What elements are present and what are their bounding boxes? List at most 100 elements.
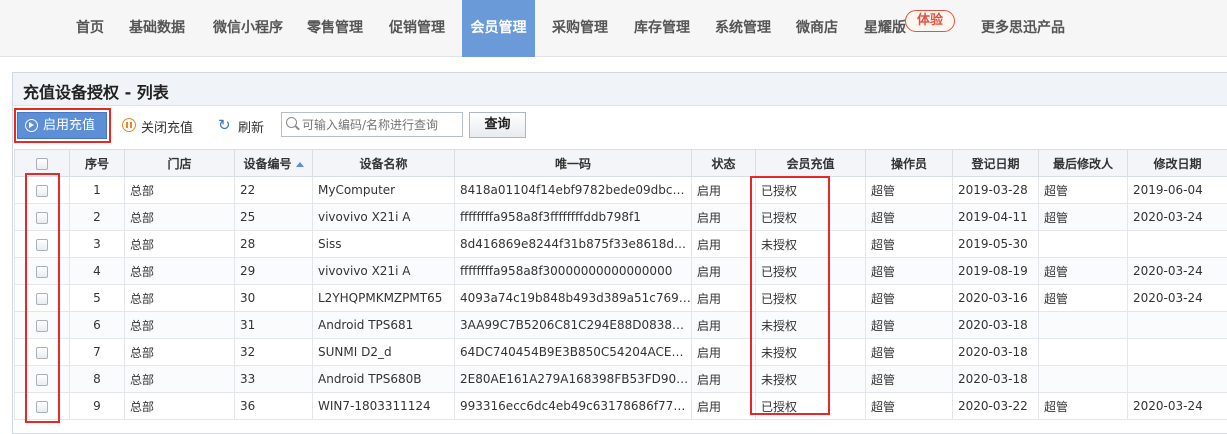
cell-register-date: 2019-03-28 — [952, 176, 1039, 204]
cell-modify-date — [1127, 311, 1227, 339]
nav-item-inventory[interactable]: 库存管理 — [626, 0, 698, 57]
device-table: 序号 门店 设备编号 设备名称 唯一码 状态 会员充值 操作员 登记日期 最后修… — [14, 149, 1227, 420]
select-all-checkbox[interactable] — [36, 157, 48, 170]
cell-unique-code: ffffffffa958a8f3ffffffffddb798f1 — [454, 203, 692, 231]
header-member-recharge: 会员充值 — [755, 149, 866, 177]
cell-operator: 超管 — [865, 203, 953, 231]
header-unique-code: 唯一码 — [454, 149, 692, 177]
cell-device-no: 36 — [234, 392, 313, 420]
cell-unique-code: 993316ecc6dc4eb49c63178686f77cec — [454, 392, 692, 420]
cell-status: 启用 — [691, 365, 756, 393]
cell-register-date: 2020-03-16 — [952, 284, 1039, 312]
cell-last-modifier — [1038, 338, 1128, 366]
header-device-name: 设备名称 — [312, 149, 455, 177]
cell-store: 总部 — [124, 257, 235, 285]
table-row[interactable]: 8 总部 33 Android TPS680B 2E80AE161A279A168398… — [14, 365, 1227, 393]
trial-badge: 体验 — [905, 10, 955, 32]
table-row[interactable]: 5 总部 30 L2YHQPMKMZPMT65 4093a74c19b848b493d3… — [14, 284, 1227, 312]
cell-device-name: vivovivo X21i A — [312, 257, 455, 285]
cell-register-date: 2020-03-18 — [952, 338, 1039, 366]
cell-operator: 超管 — [865, 284, 953, 312]
cell-device-name: Android TPS680B — [312, 365, 455, 393]
nav-item-xingyao[interactable]: 星耀版 — [857, 0, 913, 57]
cell-device-name: MyComputer — [312, 176, 455, 204]
cell-device-no: 28 — [234, 230, 313, 258]
cell-store: 总部 — [124, 311, 235, 339]
cell-seq: 9 — [69, 392, 125, 420]
cell-device-name: Android TPS681 — [312, 311, 455, 339]
cell-device-no: 33 — [234, 365, 313, 393]
cell-operator: 超管 — [865, 230, 953, 258]
nav-item-member[interactable]: 会员管理 — [462, 0, 535, 57]
cell-seq: 4 — [69, 257, 125, 285]
table-header-row: 序号 门店 设备编号 设备名称 唯一码 状态 会员充值 操作员 登记日期 最后修… — [14, 149, 1227, 177]
top-nav: 首页 基础数据 微信小程序 零售管理 促销管理 会员管理 采购管理 库存管理 系… — [0, 0, 1227, 57]
pause-circle-icon — [122, 118, 136, 132]
close-recharge-button[interactable]: 关闭充值 — [141, 117, 193, 136]
header-modify-date: 修改日期 — [1127, 149, 1227, 177]
query-button[interactable]: 查询 — [469, 112, 526, 138]
cell-unique-code: 8d416869e8244f31b875f33e8618de77 — [454, 230, 692, 258]
panel-header: 充值设备授权 - 列表 — [13, 73, 1227, 106]
cell-seq: 6 — [69, 311, 125, 339]
table-row[interactable]: 9 总部 36 WIN7-1803311124 993316ecc6dc4eb49c63… — [14, 392, 1227, 420]
nav-item-micro-store[interactable]: 微商店 — [789, 0, 845, 57]
nav-item-more-products[interactable]: 更多思迅产品 — [973, 0, 1073, 57]
cell-store: 总部 — [124, 176, 235, 204]
cell-operator: 超管 — [865, 338, 953, 366]
cell-last-modifier: 超管 — [1038, 176, 1128, 204]
table-row[interactable]: 1 总部 22 MyComputer 8418a01104f14ebf9782bede0… — [14, 176, 1227, 204]
table-row[interactable]: 6 总部 31 Android TPS681 3AA99C7B5206C81C294E8… — [14, 311, 1227, 339]
cell-store: 总部 — [124, 230, 235, 258]
nav-item-home[interactable]: 首页 — [66, 0, 114, 57]
cell-device-name: Siss — [312, 230, 455, 258]
nav-item-system[interactable]: 系统管理 — [707, 0, 779, 57]
table-row[interactable]: 3 总部 28 Siss 8d416869e8244f31b875f33e8618de7… — [14, 230, 1227, 258]
cell-operator: 超管 — [865, 311, 953, 339]
cell-register-date: 2020-03-22 — [952, 392, 1039, 420]
cell-status: 启用 — [691, 311, 756, 339]
cell-device-no: 30 — [234, 284, 313, 312]
cell-last-modifier: 超管 — [1038, 257, 1128, 285]
cell-device-name: L2YHQPMKMZPMT65 — [312, 284, 455, 312]
table-row[interactable]: 4 总部 29 vivovivo X21i Affffffffa958a8f30000… — [14, 257, 1227, 285]
nav-item-retail[interactable]: 零售管理 — [299, 0, 371, 57]
cell-operator: 超管 — [865, 365, 953, 393]
header-status: 状态 — [691, 149, 756, 177]
table-row[interactable]: 7 总部 32 SUNMI D2_d 64DC740454B9E3B850C54204A… — [14, 338, 1227, 366]
search-input[interactable] — [281, 112, 463, 137]
cell-operator: 超管 — [865, 176, 953, 204]
cell-device-no: 22 — [234, 176, 313, 204]
cell-modify-date — [1127, 338, 1227, 366]
cell-status: 启用 — [691, 203, 756, 231]
nav-item-basic-data[interactable]: 基础数据 — [121, 0, 193, 57]
header-last-modifier: 最后修改人 — [1038, 149, 1128, 177]
cell-device-name: vivovivo X21i A — [312, 203, 455, 231]
cell-device-no: 31 — [234, 311, 313, 339]
cell-status: 启用 — [691, 338, 756, 366]
cell-seq: 1 — [69, 176, 125, 204]
cell-status: 启用 — [691, 230, 756, 258]
refresh-icon: ↻ — [218, 116, 231, 134]
nav-item-promotion[interactable]: 促销管理 — [381, 0, 453, 57]
cell-seq: 3 — [69, 230, 125, 258]
cell-last-modifier: 超管 — [1038, 284, 1128, 312]
cell-register-date: 2019-08-19 — [952, 257, 1039, 285]
cell-seq: 5 — [69, 284, 125, 312]
header-store: 门店 — [124, 149, 235, 177]
cell-modify-date: 2020-03-24 — [1127, 392, 1227, 420]
header-device-no[interactable]: 设备编号 — [234, 149, 313, 177]
cell-device-no: 32 — [234, 338, 313, 366]
search-icon — [286, 117, 297, 128]
nav-item-wechat-miniprogram[interactable]: 微信小程序 — [203, 0, 293, 57]
cell-seq: 7 — [69, 338, 125, 366]
cell-status: 启用 — [691, 284, 756, 312]
refresh-button[interactable]: 刷新 — [238, 117, 264, 136]
cell-seq: 2 — [69, 203, 125, 231]
nav-item-purchase[interactable]: 采购管理 — [544, 0, 616, 57]
header-operator: 操作员 — [865, 149, 953, 177]
cell-register-date: 2019-04-11 — [952, 203, 1039, 231]
highlight-box-enable-button — [14, 108, 111, 143]
table-row[interactable]: 2 总部 25 vivovivo X21i Affffffffa958a8f3ffff… — [14, 203, 1227, 231]
cell-last-modifier: 超管 — [1038, 203, 1128, 231]
